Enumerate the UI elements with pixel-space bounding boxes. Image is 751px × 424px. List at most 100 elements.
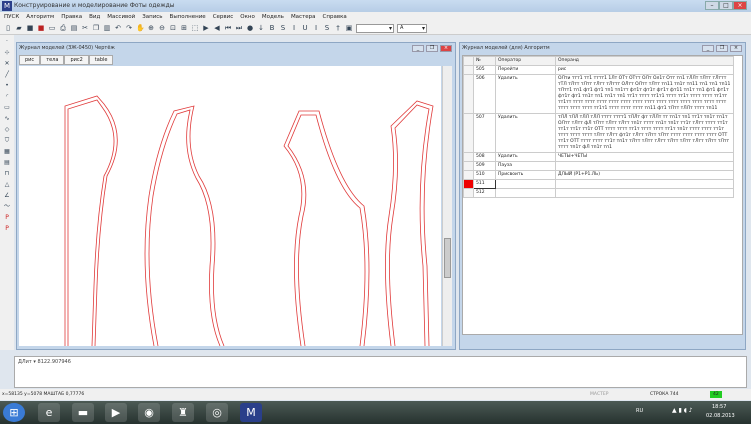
row-number[interactable]: 510 xyxy=(473,170,496,180)
new-icon[interactable]: ▯ xyxy=(4,24,12,32)
step-icon[interactable]: ↓ xyxy=(257,24,265,32)
row-operator[interactable]: Удалить xyxy=(495,74,556,114)
shape-icon[interactable]: ◇ xyxy=(3,126,11,134)
line-icon[interactable]: ╱ xyxy=(3,71,11,79)
row-operand[interactable]: ЧЕТЫ+ЧЕТЫ xyxy=(555,152,734,162)
cross-icon[interactable]: ✕ xyxy=(3,60,11,68)
row-number[interactable]: 511 xyxy=(473,179,496,189)
window-icon[interactable]: ▭ xyxy=(48,24,56,32)
app-icon-2[interactable]: ◎ xyxy=(206,403,228,422)
explorer-icon[interactable]: ▬ xyxy=(72,403,94,422)
underline-icon[interactable]: U xyxy=(301,24,309,32)
minimize-button[interactable]: _ xyxy=(412,45,424,52)
row-operator[interactable] xyxy=(495,188,556,198)
row-marker[interactable] xyxy=(463,188,474,198)
row-operator[interactable]: Перейти xyxy=(495,65,556,75)
preview-icon[interactable]: ▤ xyxy=(70,24,78,32)
row-marker[interactable] xyxy=(463,65,474,75)
menu-model[interactable]: Модель xyxy=(262,12,284,22)
table-row[interactable]: 510 Присвоить ДЛЫЙ (Р1+Р1.ЛЬ) xyxy=(463,170,734,180)
maximize-button[interactable]: □ xyxy=(719,1,733,10)
menu-edit[interactable]: Правка xyxy=(61,12,82,22)
zoom-window-icon[interactable]: ⊡ xyxy=(169,24,177,32)
table-icon[interactable]: ▤ xyxy=(3,159,11,167)
arc-icon[interactable]: ◜ xyxy=(3,93,11,101)
drawing-canvas[interactable] xyxy=(19,66,441,347)
row-marker[interactable] xyxy=(463,74,474,114)
image-icon[interactable]: ▣ xyxy=(345,24,353,32)
redo-icon[interactable]: ↷ xyxy=(125,24,133,32)
print-icon[interactable]: ⎙ xyxy=(59,24,67,32)
menu-help[interactable]: Справка xyxy=(323,12,347,22)
zoom-in-icon[interactable]: ⊕ xyxy=(147,24,155,32)
italic-icon[interactable]: I xyxy=(290,24,298,32)
command-line[interactable]: ДЛит ▾ 8122.907946 xyxy=(14,356,747,388)
point-icon[interactable]: · xyxy=(3,38,11,46)
row-marker[interactable] xyxy=(463,113,474,153)
app-icon-1[interactable]: ♜ xyxy=(172,403,194,422)
row-operator[interactable]: Присвоить xyxy=(495,170,556,180)
row-number[interactable]: 512 xyxy=(473,188,496,198)
first-icon[interactable]: ⏮ xyxy=(224,24,232,32)
row-operator[interactable]: Удалить xyxy=(495,152,556,162)
zoom-all-icon[interactable]: ⊞ xyxy=(180,24,188,32)
play-icon[interactable]: ▶ xyxy=(202,24,210,32)
save-icon[interactable]: ■ xyxy=(26,24,34,32)
start-button[interactable]: ⊞ xyxy=(3,403,25,422)
menu-record[interactable]: Запись xyxy=(142,12,162,22)
table-row[interactable]: 505 Перейти рис xyxy=(463,65,734,75)
font-select[interactable] xyxy=(356,23,394,33)
undo-icon[interactable]: ↶ xyxy=(114,24,122,32)
close-button[interactable]: × xyxy=(733,1,747,10)
tab-table[interactable]: table xyxy=(88,55,114,65)
cut-icon[interactable]: ✂ xyxy=(81,24,89,32)
menu-view[interactable]: Вид xyxy=(89,12,100,22)
copy-icon[interactable]: ❐ xyxy=(92,24,100,32)
dot-icon[interactable]: • xyxy=(3,82,11,90)
row-number[interactable]: 506 xyxy=(473,74,496,114)
row-marker[interactable] xyxy=(463,152,474,162)
row-operand[interactable] xyxy=(555,188,734,198)
row-operand[interactable]: ОЛти ттт1 тт1 тттт1 1Лт ОТт ОТтт ОЛт Ол1… xyxy=(555,74,734,114)
paste-icon[interactable]: ▥ xyxy=(103,24,111,32)
tab-ris[interactable]: рис xyxy=(19,55,41,65)
restore-button[interactable]: ❐ xyxy=(426,45,438,52)
minimize-button[interactable]: – xyxy=(705,1,719,10)
row-operand[interactable]: тЛЛ тЛЛ тЛЛ тЛЛ тттт тттт1 тЛЛт фт тЛЛт … xyxy=(555,113,734,153)
table-row[interactable]: 508 Удалить ЧЕТЫ+ЧЕТЫ xyxy=(463,152,734,162)
menu-start[interactable]: ПУСК xyxy=(4,12,19,22)
row-operator[interactable] xyxy=(495,179,556,189)
menu-array[interactable]: Массивой xyxy=(107,12,135,22)
tray-icons[interactable]: ▲ ▮ ◖ ♪ xyxy=(672,407,693,414)
size-select[interactable]: A xyxy=(397,23,427,33)
language-indicator[interactable]: RU xyxy=(636,408,643,414)
menu-run[interactable]: Выполнение xyxy=(170,12,206,22)
row-number[interactable]: 507 xyxy=(473,113,496,153)
menu-algorithm[interactable]: Алгоритм xyxy=(26,12,54,22)
scroll-thumb[interactable] xyxy=(444,238,451,278)
media-player-icon[interactable]: ▶ xyxy=(105,403,127,422)
superscript-icon[interactable]: S xyxy=(323,24,331,32)
table-row[interactable]: 506 Удалить ОЛти ттт1 тт1 тттт1 1Лт ОТт … xyxy=(463,74,734,114)
row-operand[interactable] xyxy=(555,161,734,171)
menu-service[interactable]: Сервис xyxy=(213,12,234,22)
triangle-icon[interactable]: △ xyxy=(3,181,11,189)
zoom-extents-icon[interactable]: ⬚ xyxy=(191,24,199,32)
close-button[interactable]: × xyxy=(440,45,452,52)
shield-icon[interactable]: ⛉ xyxy=(3,137,11,145)
select-icon[interactable]: ⊹ xyxy=(3,49,11,57)
row-number[interactable]: 509 xyxy=(473,161,496,171)
table-row[interactable]: 511 xyxy=(463,179,734,189)
menu-wizards[interactable]: Мастера xyxy=(291,12,316,22)
back-icon[interactable]: ◀ xyxy=(213,24,221,32)
stop-icon[interactable]: ● xyxy=(246,24,254,32)
cursor-icon[interactable]: I xyxy=(312,24,320,32)
restore-button[interactable]: ❐ xyxy=(716,45,728,52)
row-operand[interactable]: ДЛЫЙ (Р1+Р1.ЛЬ) xyxy=(555,170,734,180)
pan-icon[interactable]: ✋ xyxy=(136,24,145,32)
open-icon[interactable]: ▰ xyxy=(15,24,23,32)
ie-icon[interactable]: e xyxy=(38,403,60,422)
grid-icon[interactable]: ▦ xyxy=(3,148,11,156)
row-operand[interactable]: рис xyxy=(555,65,734,75)
tab-tela[interactable]: тела xyxy=(40,55,65,65)
